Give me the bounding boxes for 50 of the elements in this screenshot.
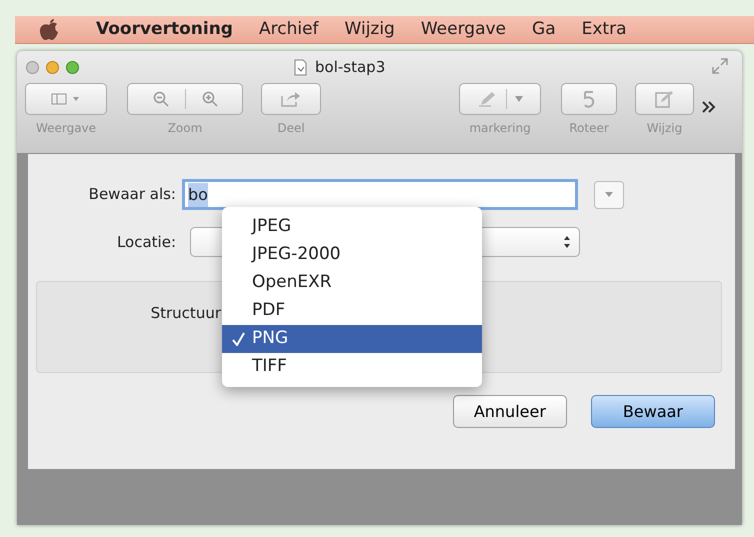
toolbar-label: Weergave [36,120,96,137]
zoom-in-icon [202,91,218,107]
menu-item[interactable]: Voorvertoning [96,16,233,42]
zoom-button[interactable] [127,83,243,115]
checkmark-icon [232,332,245,346]
menu-option[interactable]: PNG [222,325,482,353]
pen-icon [478,91,498,107]
expand-button[interactable] [594,180,624,208]
share-button[interactable] [261,83,321,115]
toolbar-label: markering [469,120,531,137]
menu-option[interactable]: TIFF [222,353,482,381]
apple-logo-icon[interactable] [39,18,59,40]
caret-icon [604,191,614,198]
cancel-button[interactable]: Annuleer [452,395,567,428]
filename-field[interactable]: bo [182,179,578,210]
overflow-chevron-icon[interactable] [702,101,716,113]
save-as-label: Bewaar als: [88,184,177,206]
toolbar-label: Roteer [569,120,609,137]
edit-icon [654,90,674,108]
menu-option[interactable]: JPEG [222,213,482,241]
sidebar-icon [51,93,81,105]
toolbar-label: Zoom [168,120,202,137]
zoom-button[interactable] [66,60,79,74]
default-button[interactable]: Bewaar [590,395,715,428]
document-icon [294,58,307,76]
menu-item[interactable]: Ga [532,16,556,42]
toolbar-label: Wijzig [646,120,682,137]
sidebar-button[interactable] [25,83,107,115]
stepper-arrows-icon [563,235,571,249]
menu-option[interactable]: PDF [222,297,482,325]
zoom-out-icon [152,91,168,107]
menu-item[interactable]: Wijzig [344,16,395,42]
menu-option[interactable]: JPEG-2000 [222,241,482,269]
rotate-button[interactable] [561,83,617,115]
edit-button[interactable] [635,83,694,115]
menu-option[interactable]: OpenEXR [222,269,482,297]
markup-button[interactable] [459,83,541,115]
caret-icon [514,96,522,102]
menu-item[interactable]: Archief [258,16,319,42]
filename-text: bo [188,182,208,206]
close-button[interactable] [26,60,39,74]
format-label: Structuur [150,303,222,324]
toolbar-label: Deel [277,120,305,137]
menu-item[interactable]: Extra [582,16,626,42]
share-icon [281,91,301,107]
location-label: Locatie: [116,232,177,253]
minimize-button[interactable] [46,60,59,74]
window-title: bol-stap3 [315,56,386,78]
menu-item[interactable]: Weergave [420,16,506,42]
fullscreen-icon[interactable] [712,58,728,74]
